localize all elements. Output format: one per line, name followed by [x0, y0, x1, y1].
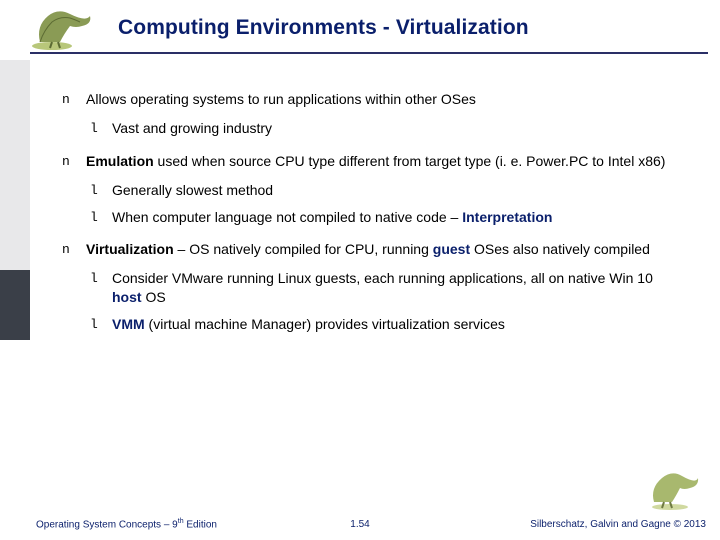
bullet-text: used when source CPU type different from…	[154, 153, 666, 169]
slide-footer: Operating System Concepts – 9th Edition …	[0, 512, 720, 540]
bullet-level-2: Generally slowest method	[90, 181, 682, 200]
slide-content: Allows operating systems to run applicat…	[62, 90, 682, 342]
term-emulation: Emulation	[86, 153, 154, 169]
dinosaur-icon	[646, 468, 702, 512]
bullet-text: When computer language not compiled to n…	[112, 209, 462, 225]
bullet-level-1: Allows operating systems to run applicat…	[62, 90, 682, 109]
bullet-text: Generally slowest method	[112, 182, 273, 198]
slide-header: Computing Environments - Virtualization	[30, 4, 710, 64]
title-underline	[30, 52, 708, 54]
footer-right: Silberschatz, Galvin and Gagne © 2013	[530, 519, 706, 530]
bullet-text: OS	[142, 289, 166, 305]
copyright-text: Silberschatz, Galvin and Gagne © 2013	[530, 519, 706, 530]
term-interpretation: Interpretation	[462, 209, 552, 225]
slide-number: 1.54	[350, 519, 369, 530]
slide-title: Computing Environments - Virtualization	[118, 16, 529, 40]
term-vmm: VMM	[112, 316, 145, 332]
sidebar-seg	[0, 270, 30, 340]
bullet-level-2: Consider VMware running Linux guests, ea…	[90, 269, 682, 307]
sidebar-seg	[0, 60, 30, 270]
bullet-text: (virtual machine Manager) provides virtu…	[145, 316, 505, 332]
sidebar-seg	[0, 0, 30, 60]
bullet-level-2: When computer language not compiled to n…	[90, 208, 682, 227]
bullet-text: Consider VMware running Linux guests, ea…	[112, 270, 653, 286]
bullet-level-1: Emulation used when source CPU type diff…	[62, 152, 682, 171]
term-host: host	[112, 289, 142, 305]
dinosaur-icon	[30, 4, 100, 52]
left-sidebar	[0, 0, 30, 540]
bullet-level-1: Virtualization – OS natively compiled fo…	[62, 240, 682, 259]
bullet-text: – OS natively compiled for CPU, running	[174, 241, 433, 257]
bullet-level-2: VMM (virtual machine Manager) provides v…	[90, 315, 682, 334]
bullet-text: Allows operating systems to run applicat…	[86, 91, 476, 107]
sidebar-seg	[0, 340, 30, 540]
bullet-text: Vast and growing industry	[112, 120, 272, 136]
term-guest: guest	[433, 241, 470, 257]
bullet-level-2: Vast and growing industry	[90, 119, 682, 138]
term-virtualization: Virtualization	[86, 241, 174, 257]
bullet-text: OSes also natively compiled	[470, 241, 650, 257]
